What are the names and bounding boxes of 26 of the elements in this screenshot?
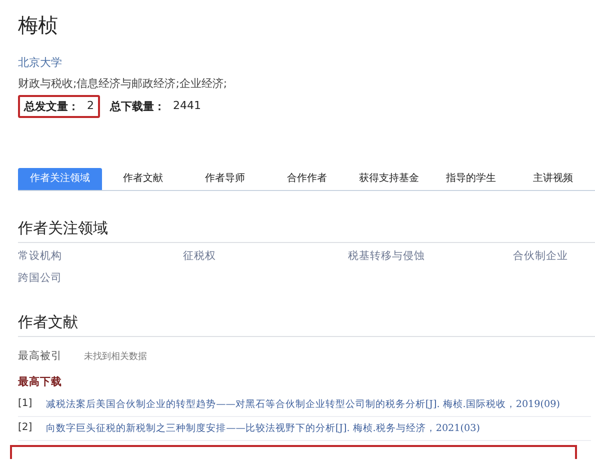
author-name: 梅桢 bbox=[18, 12, 58, 38]
tab[interactable]: 作者文献 bbox=[102, 168, 184, 190]
focus-topic-link[interactable]: 征税权 bbox=[183, 249, 216, 263]
tab[interactable]: 指导的学生 bbox=[430, 168, 512, 190]
tab[interactable]: 获得支持基金 bbox=[348, 168, 430, 190]
tab[interactable]: 作者导师 bbox=[184, 168, 266, 190]
reference-link[interactable]: 减税法案后美国合伙制企业的转型趋势——对黑石等合伙制企业转型公司制的税务分析[J]. 梅桢.国际税收，2019(09) bbox=[46, 398, 560, 411]
tab[interactable]: 作者关注领域 bbox=[18, 168, 102, 190]
reference-index: [2] bbox=[18, 422, 32, 435]
reference-link[interactable]: 向数字巨头征税的新税制之三种制度安排——比较法视野下的分析[J]. 梅桢.税务与经济，2021(03) bbox=[46, 422, 480, 435]
tab[interactable]: 合作作者 bbox=[266, 168, 348, 190]
focus-topic-link[interactable]: 常设机构 bbox=[18, 249, 62, 263]
no-data-text: 未找到相关数据 bbox=[84, 350, 147, 363]
most-downloaded-label: 最高下载 bbox=[18, 375, 62, 389]
focus-topic-link[interactable]: 跨国公司 bbox=[18, 271, 62, 285]
most-cited-label: 最高被引 bbox=[18, 349, 62, 363]
section-title: 作者文献 bbox=[18, 313, 595, 337]
stat-item: 总发文量： 2 bbox=[18, 95, 100, 118]
focus-topic-link[interactable]: 税基转移与侵蚀 bbox=[348, 249, 425, 263]
tab[interactable]: 主讲视频 bbox=[512, 168, 594, 190]
reference-index: [1] bbox=[18, 398, 32, 411]
subject-list: 财政与税收;信息经济与邮政经济;企业经济; bbox=[18, 76, 228, 91]
section-title: 作者关注领域 bbox=[18, 219, 595, 243]
affiliation-link[interactable]: 北京大学 bbox=[18, 55, 62, 70]
stat-item: 总下载量： 2441 bbox=[108, 98, 202, 115]
focus-topic-link[interactable]: 合伙制企业 bbox=[513, 249, 568, 263]
